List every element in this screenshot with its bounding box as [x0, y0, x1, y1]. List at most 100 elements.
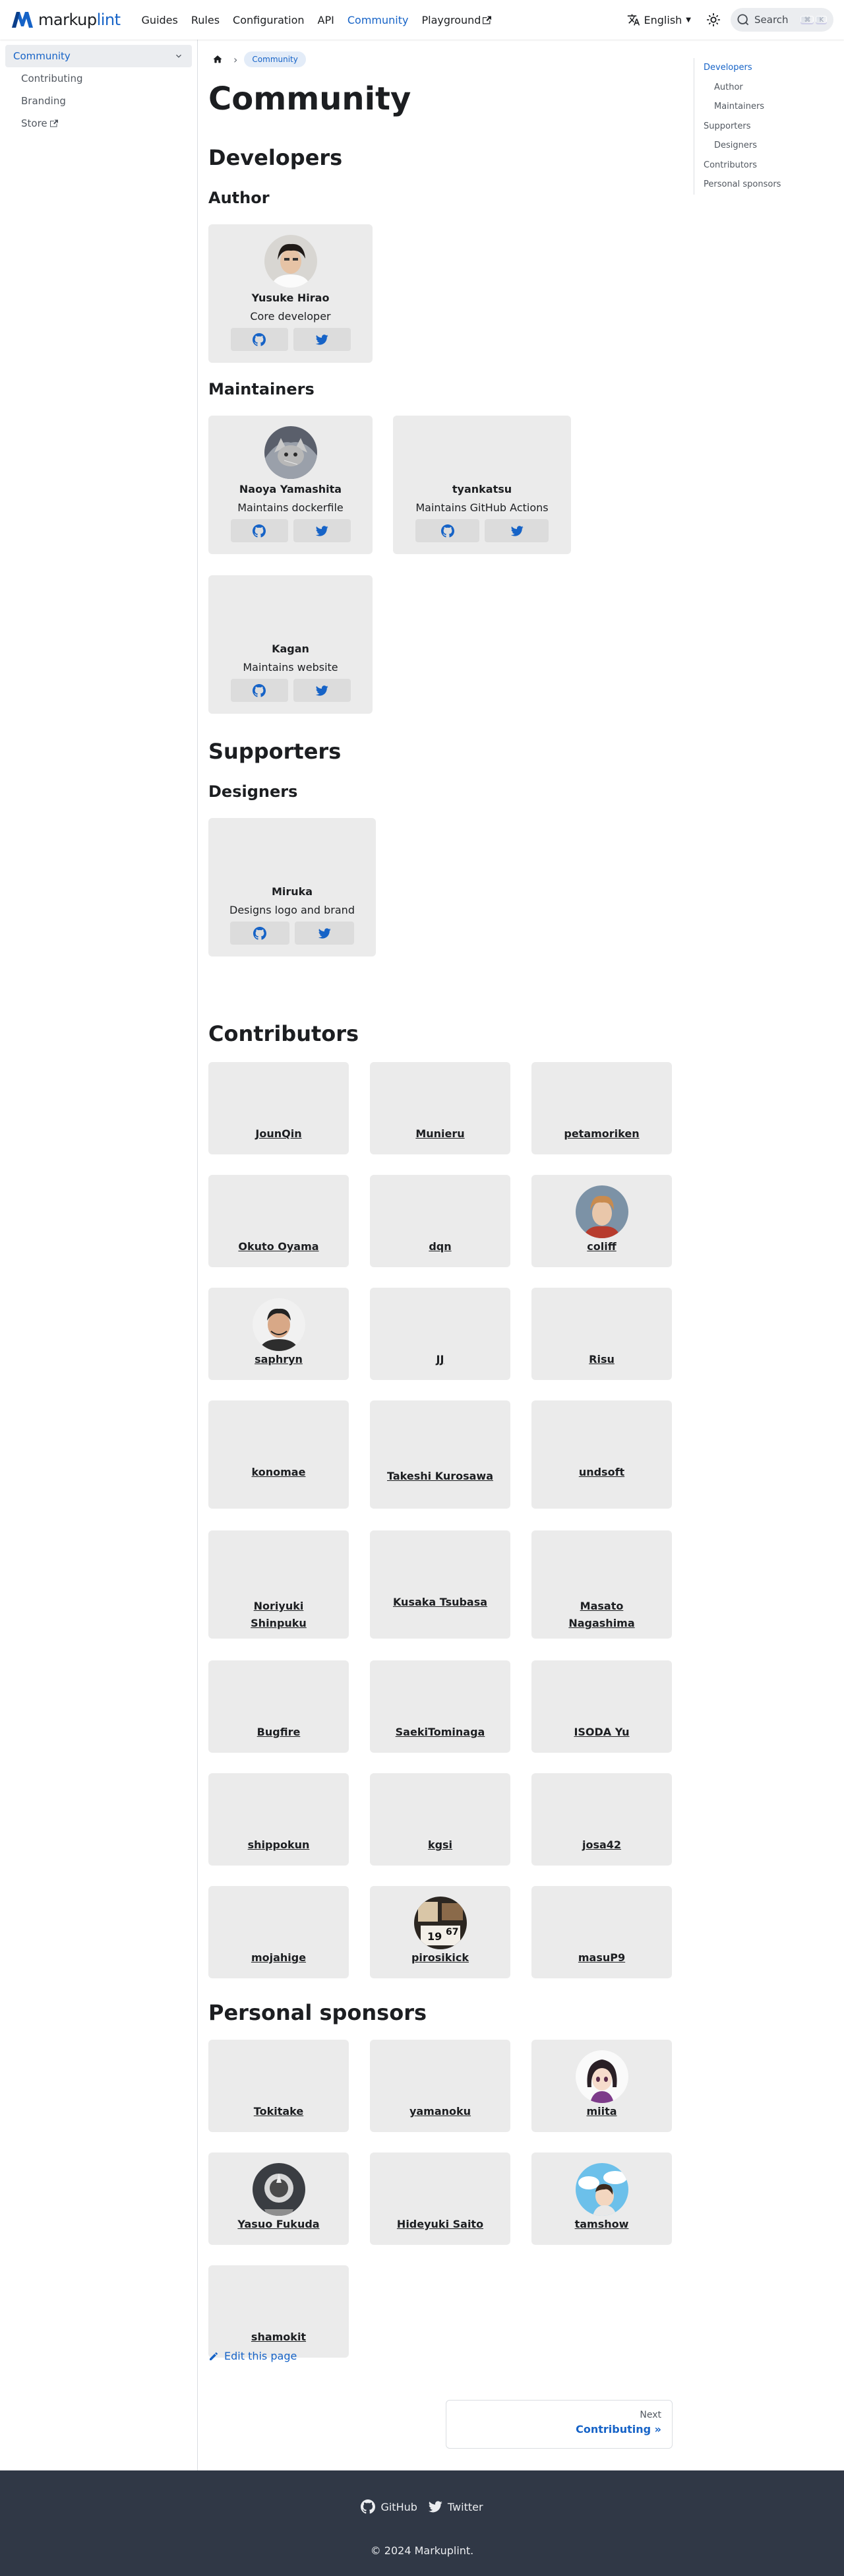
sponsor-card[interactable]: yamanoku	[370, 2040, 510, 2132]
svg-text:19: 19	[427, 1930, 442, 1943]
theme-toggle-button[interactable]	[702, 8, 725, 32]
sidebar-item-community[interactable]: Community	[5, 45, 192, 67]
sidebar-item-branding[interactable]: Branding	[5, 90, 192, 112]
contributor-card[interactable]: konomae	[208, 1400, 349, 1509]
contributor-card[interactable]: mojahige	[208, 1886, 349, 1978]
sidebar-item-store[interactable]: Store	[5, 112, 192, 135]
nav-link-configuration[interactable]: Configuration	[227, 10, 310, 30]
contributor-card[interactable]: kgsi	[370, 1773, 510, 1866]
social-buttons	[208, 519, 373, 542]
toc-link-developers[interactable]: Developers	[704, 58, 833, 78]
nav-link-rules[interactable]: Rules	[186, 10, 225, 30]
github-button[interactable]	[230, 519, 288, 542]
github-button[interactable]	[415, 519, 479, 542]
contributor-card[interactable]: SaekiTominaga	[370, 1660, 510, 1753]
avatar	[264, 426, 317, 479]
contributor-name: SaekiTominaga	[395, 1726, 485, 1738]
contributor-card[interactable]: 19 67 pirosikick	[370, 1886, 510, 1978]
contributor-card[interactable]: Munieru	[370, 1062, 510, 1154]
toc-link-author[interactable]: Author	[704, 78, 833, 98]
sponsor-card[interactable]: miita	[531, 2040, 672, 2132]
heading-developers: Developers	[208, 145, 343, 170]
twitter-icon	[315, 525, 328, 536]
sponsor-card[interactable]: tamshow	[531, 2152, 672, 2245]
social-buttons	[208, 679, 373, 702]
contributor-card[interactable]: shippokun	[208, 1773, 349, 1866]
language-label: English	[644, 13, 682, 26]
contributor-card[interactable]: Takeshi Kurosawa	[370, 1400, 510, 1509]
maintainer-card: Naoya Yamashita Maintains dockerfile	[208, 416, 373, 554]
contributor-name: kgsi	[427, 1838, 453, 1851]
contributor-card[interactable]: masuP9	[531, 1886, 672, 1978]
navbar: markuplint Guides Rules Configuration AP…	[0, 0, 844, 40]
brand-logo-link[interactable]: markuplint	[11, 9, 121, 30]
contributor-name: konomae	[251, 1466, 306, 1478]
sidebar-item-label: Branding	[21, 95, 66, 107]
breadcrumb-home[interactable]	[208, 50, 227, 69]
toc-link-supporters[interactable]: Supporters	[704, 117, 833, 137]
sponsor-card[interactable]: shamokit	[208, 2265, 349, 2358]
sponsor-card[interactable]: Yasuo Fukuda	[208, 2152, 349, 2245]
contributor-name: Munieru	[415, 1127, 465, 1140]
contributor-card[interactable]: dqn	[370, 1175, 510, 1267]
contributor-name: petamoriken	[564, 1127, 640, 1140]
footer-link-label: Twitter	[447, 2500, 483, 2513]
designer-card: Miruka Designs logo and brand	[208, 818, 376, 957]
contributor-card[interactable]: Masato Nagashima	[531, 1530, 672, 1639]
sponsor-card[interactable]: Tokitake	[208, 2040, 349, 2132]
contributor-card[interactable]: petamoriken	[531, 1062, 672, 1154]
nav-link-community[interactable]: Community	[342, 10, 414, 30]
contributor-card[interactable]: JJ	[370, 1288, 510, 1380]
contributor-card[interactable]: JounQin	[208, 1062, 349, 1154]
contributor-card[interactable]: undsoft	[531, 1400, 672, 1509]
footer-link-label: GitHub	[380, 2500, 417, 2513]
contributor-name: Okuto Oyama	[238, 1240, 319, 1253]
contributor-card[interactable]: ISODA Yu	[531, 1660, 672, 1753]
twitter-button[interactable]	[293, 328, 351, 351]
toc-link-designers[interactable]: Designers	[704, 136, 833, 156]
pagination-next[interactable]: Next Contributing »	[446, 2400, 673, 2449]
chevron-up-icon[interactable]	[173, 51, 184, 61]
contributor-card[interactable]: Bugfire	[208, 1660, 349, 1753]
twitter-button[interactable]	[293, 519, 351, 542]
toc-link-personal-sponsors[interactable]: Personal sponsors	[704, 175, 833, 195]
nav-link-guides[interactable]: Guides	[136, 10, 183, 30]
github-button[interactable]	[230, 922, 289, 945]
heading-author: Author	[208, 189, 270, 207]
search-shortcut: ⌘ K	[800, 15, 827, 24]
contributor-name: ISODA Yu	[574, 1726, 630, 1738]
contributor-name: Noriyuki Shinpuku	[251, 1600, 307, 1629]
contributor-card[interactable]: Okuto Oyama	[208, 1175, 349, 1267]
sponsor-card[interactable]: Hideyuki Saito	[370, 2152, 510, 2245]
contributor-card[interactable]: Kusaka Tsubasa	[370, 1530, 510, 1639]
toc-link-maintainers[interactable]: Maintainers	[704, 97, 833, 117]
avatar	[575, 2050, 628, 2103]
sidebar-item-label: Community	[13, 50, 71, 62]
breadcrumb-current: Community	[244, 51, 306, 67]
contributor-name: Kusaka Tsubasa	[392, 1596, 488, 1608]
github-button[interactable]	[230, 328, 288, 351]
language-dropdown[interactable]: English ▼	[622, 9, 696, 30]
person-name: tyankatsu	[452, 483, 512, 495]
github-button[interactable]	[230, 679, 288, 702]
footer-link-github[interactable]: GitHub	[361, 2499, 417, 2514]
nav-links: Guides Rules Configuration API Community…	[136, 10, 497, 30]
contributor-card[interactable]: saphryn	[208, 1288, 349, 1380]
contributor-card[interactable]: coliff	[531, 1175, 672, 1267]
twitter-button[interactable]	[485, 519, 549, 542]
contributor-card[interactable]: Noriyuki Shinpuku	[208, 1530, 349, 1639]
contributor-name: dqn	[429, 1240, 452, 1253]
twitter-button[interactable]	[293, 679, 351, 702]
social-buttons	[208, 328, 373, 351]
footer-link-twitter[interactable]: Twitter	[428, 2499, 483, 2514]
avatar	[575, 1185, 628, 1238]
nav-link-playground[interactable]: Playground	[416, 10, 497, 30]
twitter-button[interactable]	[295, 922, 354, 945]
sidebar-item-contributing[interactable]: Contributing	[5, 67, 192, 90]
contributor-card[interactable]: Risu	[531, 1288, 672, 1380]
nav-link-api[interactable]: API	[313, 10, 340, 30]
search-button[interactable]: Search ⌘ K	[731, 8, 833, 32]
contributor-card[interactable]: josa42	[531, 1773, 672, 1866]
toc-link-contributors[interactable]: Contributors	[704, 156, 833, 175]
edit-page-link[interactable]: Edit this page	[208, 2350, 297, 2362]
